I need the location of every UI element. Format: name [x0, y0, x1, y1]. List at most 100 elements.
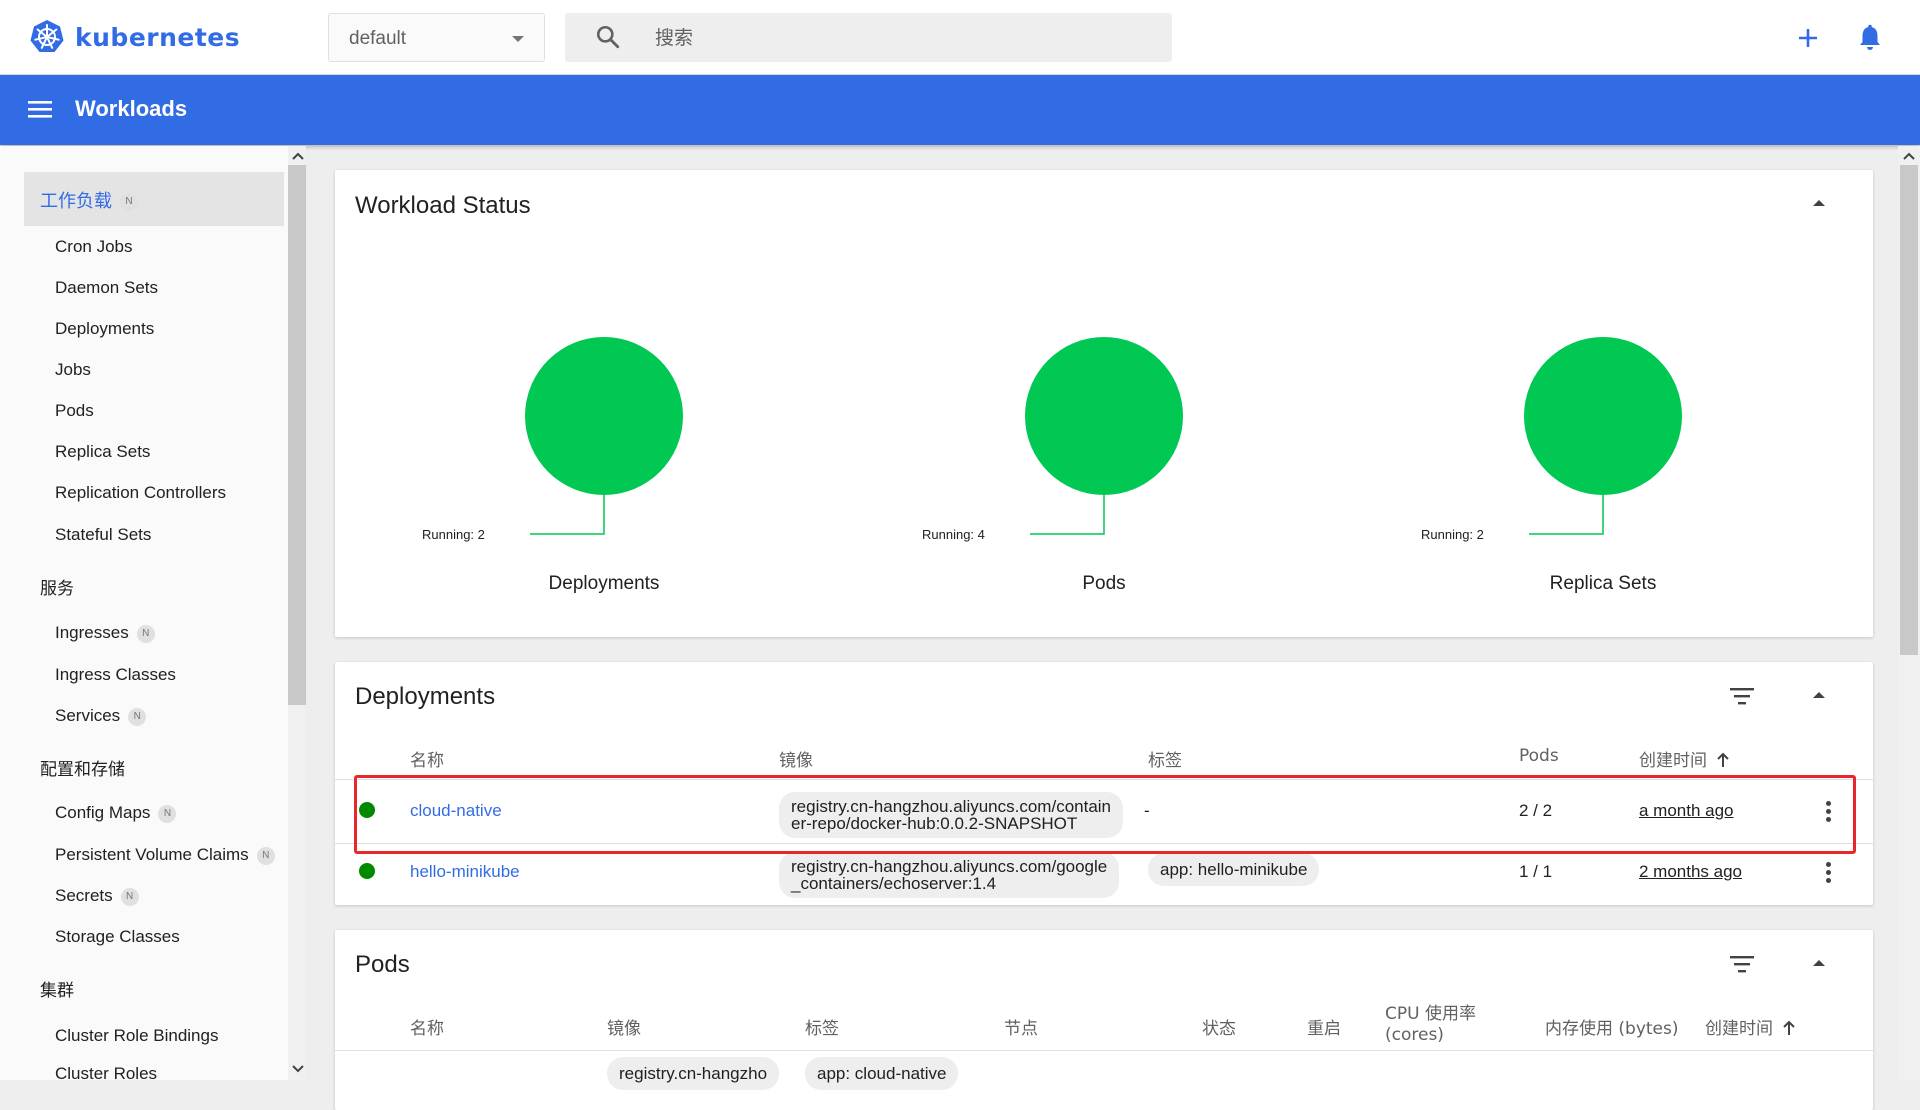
label-chip: app: cloud-native [805, 1057, 959, 1090]
column-header-created[interactable]: 创建时间 [1639, 746, 1730, 771]
arrow-up-icon [1717, 752, 1730, 767]
page-title: Workloads [75, 96, 188, 121]
pods-count: 1 / 1 [1519, 862, 1553, 881]
create-button[interactable] [1788, 18, 1828, 58]
column-header-image: 镜像 [607, 1019, 641, 1039]
sidebar-item-ingress-classes[interactable]: Ingress Classes [55, 665, 176, 685]
sidebar-item-ingresses[interactable]: Ingresses N [55, 623, 155, 643]
main-scrollbar-thumb[interactable] [1900, 165, 1918, 655]
sidebar-item-label: Secrets [55, 886, 113, 905]
collapse-icon[interactable] [1807, 952, 1831, 976]
sidebar-header-cluster[interactable]: 集群 [40, 976, 74, 1001]
plus-icon [1799, 29, 1817, 47]
sidebar-item-cron-jobs[interactable]: Cron Jobs [55, 237, 132, 257]
status-donut [525, 337, 683, 495]
filter-icon[interactable] [1728, 684, 1756, 708]
sidebar-item-config-maps[interactable]: Config Maps N [55, 803, 177, 823]
column-header-created[interactable]: 创建时间 [1705, 1014, 1796, 1039]
scroll-down-icon[interactable] [289, 1060, 307, 1078]
more-vert-icon[interactable] [1823, 860, 1833, 886]
sidebar-item-secrets[interactable]: Secrets N [55, 886, 139, 906]
sidebar-item-pods[interactable]: Pods [55, 401, 94, 421]
sidebar-item-services[interactable]: Services N [55, 706, 147, 726]
image-line: _containers/echoserver:1.4 [791, 874, 997, 893]
column-header-label: (cores) [1385, 1025, 1444, 1045]
column-header-label: 创建时间 [1639, 751, 1707, 771]
sidebar-item-stateful-sets[interactable]: Stateful Sets [55, 525, 151, 545]
sidebar-item-storage-classes[interactable]: Storage Classes [55, 927, 180, 947]
sidebar-section-label: 工作负载 [40, 191, 112, 212]
notifications-button[interactable] [1850, 18, 1890, 58]
row-divider [335, 1050, 1873, 1051]
created-time[interactable]: 2 months ago [1639, 862, 1742, 882]
sidebar-item-cluster-role-bindings[interactable]: Cluster Role Bindings [55, 1026, 218, 1046]
kubernetes-wheel-icon [30, 20, 64, 52]
sidebar-item-label: Persistent Volume Claims [55, 845, 249, 864]
top-bar: kubernetes default [0, 0, 1920, 75]
image-line: registry.cn-hangzhou.aliyuncs.com/google [791, 857, 1108, 876]
sidebar-item-deployments[interactable]: Deployments [55, 319, 154, 339]
hamburger-menu-icon[interactable] [26, 97, 56, 123]
column-header-node: 节点 [1004, 1019, 1038, 1039]
status-pods: Running: 4 Pods [905, 170, 1305, 650]
status-donut [1524, 337, 1682, 495]
filter-icon[interactable] [1728, 952, 1756, 976]
sidebar-item-daemon-sets[interactable]: Daemon Sets [55, 278, 158, 298]
collapse-icon[interactable] [1807, 192, 1831, 216]
column-header-pods[interactable]: Pods [1519, 746, 1559, 766]
chevron-down-icon [512, 36, 524, 42]
sidebar-scrollbar-thumb[interactable] [288, 165, 306, 705]
status-category: Replica Sets [1549, 573, 1657, 594]
column-header-cpu: CPU 使用率 (cores) [1385, 1004, 1476, 1046]
scroll-up-icon[interactable] [1900, 147, 1918, 165]
column-header-restarts: 重启 [1307, 1019, 1341, 1039]
image-chip: registry.cn-hangzhou.aliyuncs.com/google… [779, 852, 1120, 898]
sidebar-item-label: Config Maps [55, 803, 151, 822]
sidebar: 工作负载 N Cron Jobs Daemon Sets Deployments … [0, 146, 306, 1083]
sidebar-item-jobs[interactable]: Jobs [55, 360, 91, 380]
status-donut [1025, 337, 1183, 495]
column-header-label: CPU 使用率 [1385, 1004, 1476, 1024]
status-deployments: Running: 2 Deployments [405, 170, 805, 650]
column-header-name[interactable]: 名称 [410, 1014, 444, 1039]
image-chip: registry.cn-hangzho [607, 1057, 780, 1090]
sidebar-section-workloads[interactable]: 工作负载 N [24, 172, 284, 226]
status-category: Pods [1082, 573, 1126, 594]
sidebar-item-cluster-roles[interactable]: Cluster Roles [55, 1064, 157, 1084]
pods-card: Pods 名称 镜像 标签 节点 状态 重启 CPU 使用率 (cores) 内… [335, 930, 1873, 1110]
arrow-up-icon [1783, 1020, 1796, 1035]
sidebar-header-services[interactable]: 服务 [40, 574, 74, 599]
search-input[interactable] [655, 13, 1155, 62]
namespace-select[interactable]: default [328, 13, 545, 62]
column-header-status[interactable]: 状态 [1202, 1014, 1236, 1039]
search-bar[interactable] [565, 13, 1172, 62]
sidebar-header-config-storage[interactable]: 配置和存储 [40, 755, 125, 780]
column-header-labels: 标签 [805, 1019, 839, 1039]
kubernetes-logo[interactable]: kubernetes [29, 19, 240, 55]
highlight-box [354, 775, 1856, 854]
status-dot [359, 863, 375, 879]
column-header-name[interactable]: 名称 [410, 746, 444, 771]
namespace-value: default [349, 28, 407, 49]
card-title: Pods [355, 951, 410, 978]
new-badge: N [256, 846, 275, 865]
status-leader-line [530, 495, 605, 535]
search-icon [596, 25, 620, 49]
sidebar-item-replication-controllers[interactable]: Replication Controllers [55, 483, 226, 503]
status-category: Deployments [548, 573, 660, 594]
column-header-memory: 内存使用 (bytes) [1545, 1019, 1679, 1039]
deployment-name-link[interactable]: hello-minikube [410, 862, 520, 882]
sidebar-item-replica-sets[interactable]: Replica Sets [55, 442, 150, 462]
new-badge: N [158, 804, 177, 823]
workload-status-card: Workload Status Running: 2 Deployments R… [335, 170, 1873, 637]
card-title: Deployments [355, 683, 496, 710]
page-header: Workloads [0, 75, 1920, 145]
scroll-up-icon[interactable] [289, 147, 307, 165]
column-header-labels: 标签 [1148, 751, 1182, 771]
new-badge: N [128, 707, 147, 726]
running-label: Running: 2 [1421, 527, 1484, 542]
running-label: Running: 2 [422, 527, 485, 542]
sidebar-item-persistent-volume-claims[interactable]: Persistent Volume Claims N [55, 845, 275, 865]
collapse-icon[interactable] [1807, 684, 1831, 708]
logo-text: kubernetes [75, 22, 241, 52]
